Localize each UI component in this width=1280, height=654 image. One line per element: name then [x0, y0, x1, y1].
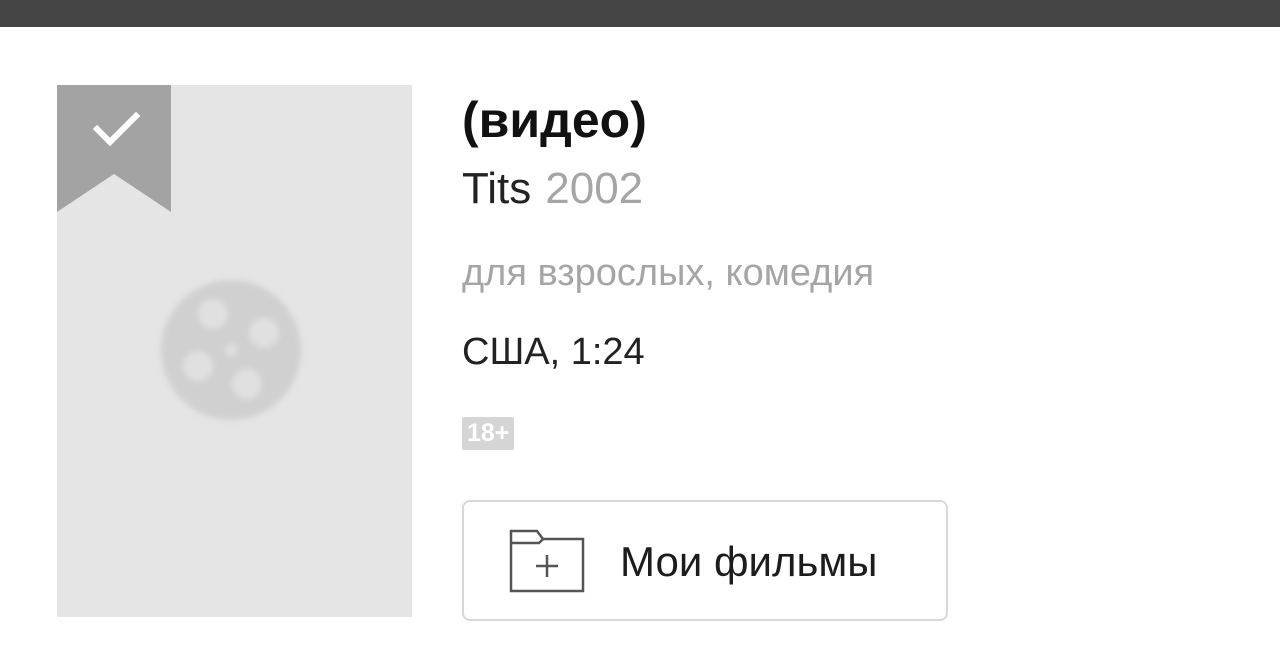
- folder-plus-icon: [509, 529, 585, 593]
- add-to-my-movies-button[interactable]: Мои фильмы: [462, 500, 948, 621]
- movie-poster-placeholder[interactable]: [57, 85, 412, 617]
- age-rating-badge: 18+: [462, 417, 515, 450]
- bookmark-toggle[interactable]: [57, 85, 171, 212]
- movie-genres: для взрослых, комедия: [462, 252, 875, 294]
- my-movies-label: Мои фильмы: [620, 538, 878, 585]
- top-bar: [0, 0, 1280, 27]
- country-duration: США, 1:24: [462, 331, 645, 373]
- release-year: 2002: [545, 164, 644, 213]
- original-title-row: Tits 2002: [462, 161, 643, 217]
- film-reel-icon: [161, 280, 301, 420]
- movie-title: (видео): [462, 92, 647, 148]
- original-title: Tits: [462, 164, 532, 213]
